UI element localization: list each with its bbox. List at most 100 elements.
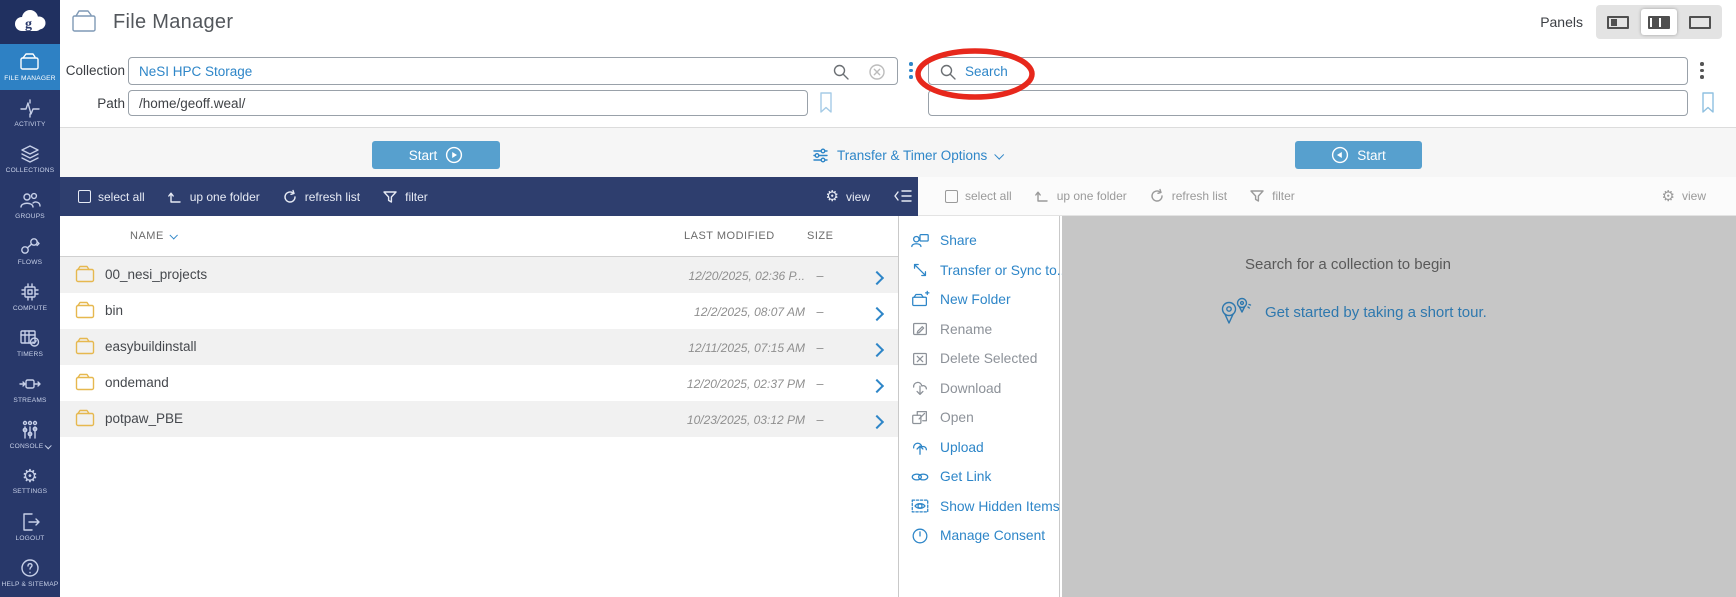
menu-item-delete-selected[interactable]: Delete Selected	[899, 344, 1059, 374]
menu-item-open[interactable]: Open	[899, 403, 1059, 433]
sidebar-item-label: CONSOLE	[10, 442, 53, 450]
folder-icon	[75, 373, 95, 391]
sidebar-item-file-manager[interactable]: FILE MANAGER	[0, 44, 60, 90]
dual-panel-button[interactable]	[1641, 9, 1677, 35]
globus-logo[interactable]: g	[0, 0, 60, 44]
open-folder-chevron[interactable]	[869, 270, 885, 288]
file-name[interactable]: ondemand	[105, 375, 169, 390]
open-folder-chevron[interactable]	[869, 306, 885, 324]
column-header-size[interactable]: SIZE	[807, 230, 833, 242]
tour-link[interactable]: Get started by taking a short tour.	[1218, 296, 1487, 328]
sidebar-item-settings[interactable]: ⚙ SETTINGS	[0, 458, 60, 504]
sidebar-item-flows[interactable]: FLOWS	[0, 228, 60, 274]
clear-collection-icon[interactable]	[868, 63, 886, 81]
menu-item-label: Delete Selected	[940, 351, 1038, 367]
search-icon[interactable]	[832, 63, 850, 81]
view-button[interactable]: ⚙ view	[1662, 189, 1706, 204]
file-name[interactable]: bin	[105, 303, 123, 318]
column-header-name[interactable]: NAME	[130, 230, 178, 242]
menu-item-download[interactable]: Download	[899, 374, 1059, 404]
activity-icon	[20, 99, 40, 118]
sidebar-item-label: HELP & SITEMAP	[1, 581, 59, 588]
collapse-panel-icon[interactable]	[893, 186, 913, 206]
up-one-folder-button[interactable]: up one folder	[167, 189, 260, 205]
menu-item-new-folder[interactable]: New Folder	[899, 285, 1059, 315]
single-panel-button[interactable]	[1600, 9, 1636, 35]
collections-icon	[21, 145, 39, 163]
sidebar-item-timers[interactable]: TIMERS	[0, 320, 60, 366]
sidebar-item-help-sitemap[interactable]: HELP & SITEMAP	[0, 550, 60, 596]
menu-item-label: Upload	[940, 439, 984, 455]
left-panel-toolbar: select all up one folder refresh list fi…	[60, 177, 918, 216]
filter-button[interactable]: filter	[1249, 188, 1295, 204]
sidebar-item-console[interactable]: CONSOLE	[0, 412, 60, 458]
play-left-icon	[1332, 146, 1349, 164]
open-folder-chevron[interactable]	[869, 342, 885, 360]
search-icon	[940, 64, 956, 80]
path-input[interactable]	[128, 90, 808, 116]
select-all-checkbox[interactable]	[78, 190, 91, 203]
menu-item-rename[interactable]: Rename	[899, 315, 1059, 345]
column-header-last-modified[interactable]: LAST MODIFIED	[684, 230, 775, 242]
select-all-label: select all	[965, 189, 1012, 203]
menu-item-share[interactable]: Share	[899, 226, 1059, 256]
sidebar-item-label: STREAMS	[13, 397, 47, 404]
select-all-control[interactable]: select all	[945, 189, 1012, 203]
view-button[interactable]: ⚙ view	[826, 189, 870, 204]
empty-state-message: Search for a collection to begin	[1245, 256, 1451, 273]
table-row[interactable]: potpaw_PBE 10/23/2025, 03:12 PM –	[60, 401, 898, 437]
filter-label: filter	[1272, 189, 1295, 203]
up-one-folder-button[interactable]: up one folder	[1034, 188, 1127, 204]
menu-item-transfer-or-sync[interactable]: Transfer or Sync to...	[899, 256, 1068, 286]
open-folder-chevron[interactable]	[869, 378, 885, 396]
file-manager-icon	[72, 10, 96, 32]
bookmark-icon[interactable]	[818, 91, 834, 115]
bookmark-icon[interactable]	[1700, 91, 1716, 115]
sidebar-item-label: COMPUTE	[12, 305, 48, 312]
refresh-icon	[1151, 188, 1163, 202]
filter-button[interactable]: filter	[382, 189, 428, 205]
open-folder-chevron[interactable]	[869, 414, 885, 432]
file-name[interactable]: easybuildinstall	[105, 339, 197, 354]
select-all-checkbox[interactable]	[945, 189, 958, 203]
transfer-arrows-icon	[913, 264, 927, 277]
globus-cloud-icon: g	[15, 10, 46, 32]
table-row[interactable]: 00_nesi_projects 12/20/2025, 02:36 P... …	[60, 257, 898, 293]
last-modified: 12/20/2025, 02:36 P...	[688, 269, 805, 283]
sidebar-item-collections[interactable]: COLLECTIONS	[0, 136, 60, 182]
menu-item-manage-consent[interactable]: Manage Consent	[899, 521, 1059, 551]
refresh-list-button[interactable]: refresh list	[1149, 188, 1227, 204]
sidebar-item-streams[interactable]: STREAMS	[0, 366, 60, 412]
table-row[interactable]: ondemand 12/20/2025, 02:37 PM –	[60, 365, 898, 401]
menu-item-show-hidden-items[interactable]: Show Hidden Items	[899, 492, 1060, 522]
sidebar-item-activity[interactable]: ACTIVITY	[0, 90, 60, 136]
sidebar-item-compute[interactable]: COMPUTE	[0, 274, 60, 320]
start-transfer-left-button[interactable]: Start	[372, 141, 500, 169]
last-modified: 10/23/2025, 03:12 PM	[686, 413, 805, 427]
table-row[interactable]: bin 12/2/2025, 08:07 AM –	[60, 293, 898, 329]
select-all-control[interactable]: select all	[78, 190, 145, 204]
right-options-menu-icon[interactable]	[1700, 62, 1704, 79]
sidebar-item-groups[interactable]: GROUPS	[0, 182, 60, 228]
menu-item-label: Download	[940, 380, 1002, 396]
start-transfer-right-button[interactable]: Start	[1295, 141, 1422, 169]
transfer-timer-options[interactable]: Transfer & Timer Options	[812, 141, 1005, 169]
menu-item-label: Share	[940, 233, 977, 249]
menu-item-get-link[interactable]: Get Link	[899, 462, 1059, 492]
menu-item-label: New Folder	[940, 292, 1011, 308]
sidebar-item-logout[interactable]: LOGOUT	[0, 504, 60, 550]
file-name[interactable]: 00_nesi_projects	[105, 267, 207, 282]
file-name[interactable]: potpaw_PBE	[105, 411, 183, 426]
search-input[interactable]	[928, 57, 1688, 85]
last-modified: 12/2/2025, 08:07 AM	[694, 305, 805, 319]
logout-door-icon	[23, 513, 40, 531]
table-row[interactable]: easybuildinstall 12/11/2025, 07:15 AM –	[60, 329, 898, 365]
refresh-list-button[interactable]: refresh list	[282, 189, 360, 205]
collection-input[interactable]	[128, 57, 898, 85]
refresh-list-label: refresh list	[304, 189, 361, 204]
collection-options-menu-icon[interactable]	[909, 62, 913, 79]
menu-item-upload[interactable]: Upload	[899, 433, 1059, 463]
select-all-label: select all	[98, 189, 145, 204]
detail-panel-button[interactable]	[1682, 9, 1718, 35]
right-path-input[interactable]	[928, 90, 1688, 116]
